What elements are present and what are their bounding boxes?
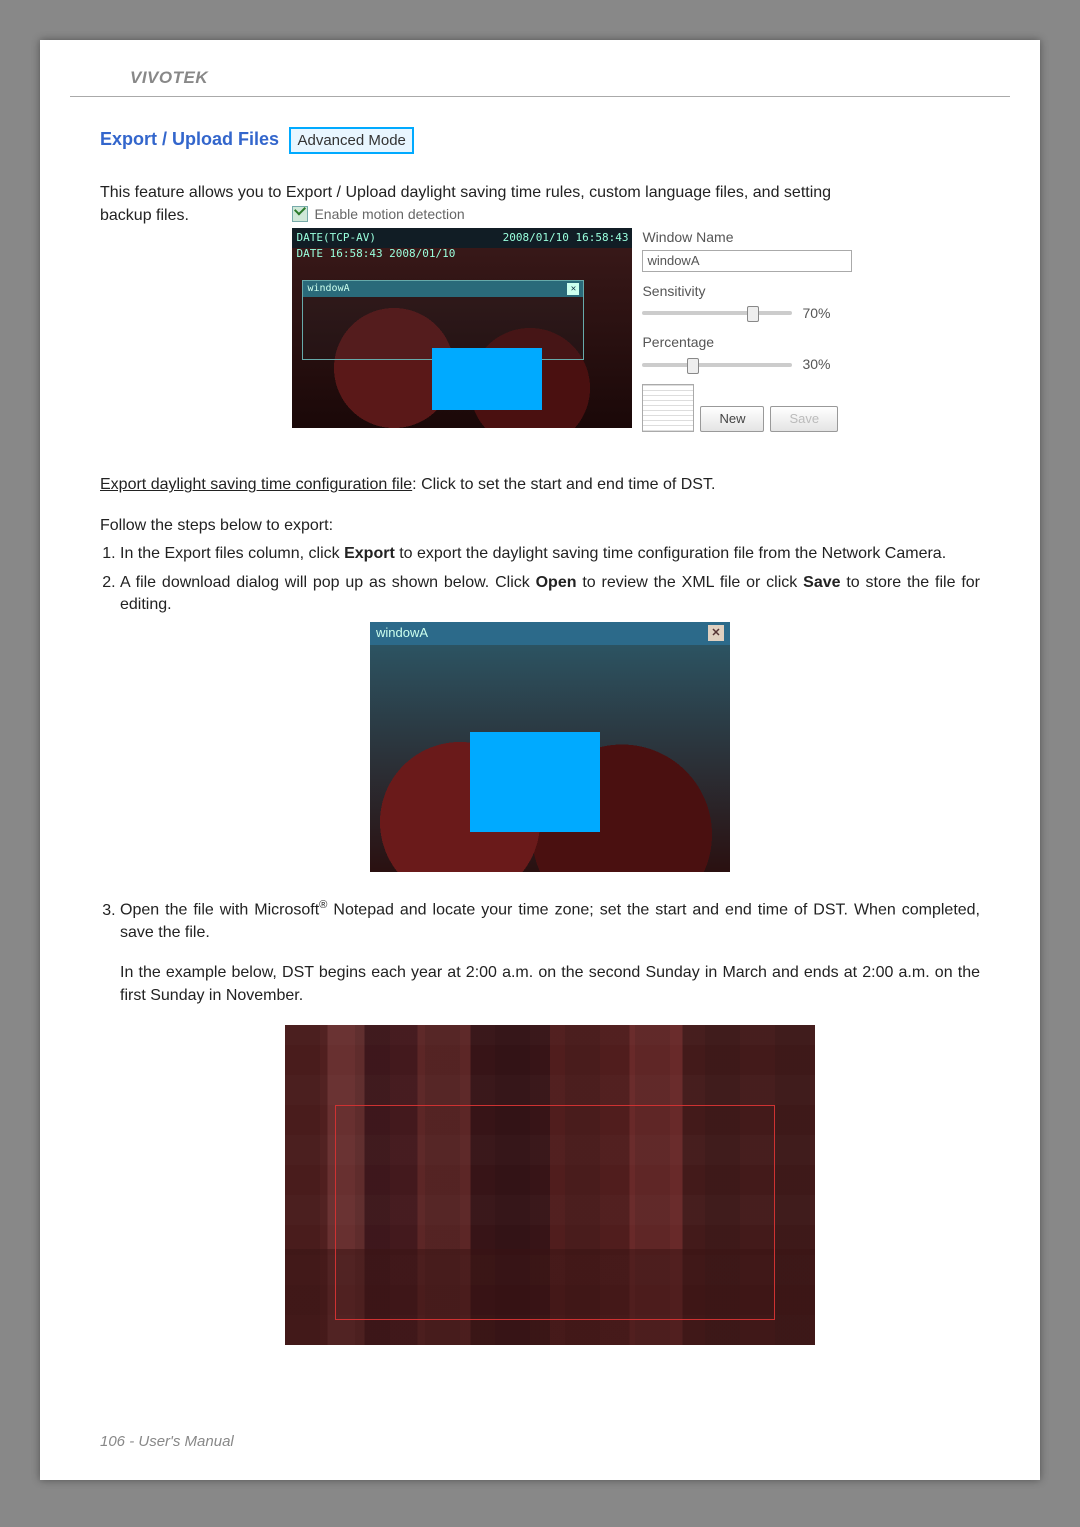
export-dst-desc: : Click to set the start and end time of… <box>412 476 715 493</box>
step-1: In the Export files column, click Export… <box>120 543 980 565</box>
close-icon[interactable]: ✕ <box>567 283 579 295</box>
percentage-slider[interactable] <box>642 363 792 367</box>
step-2: A file download dialog will pop up as sh… <box>120 572 980 873</box>
motion-detection-panel: Enable motion detection DATE(TCP-AV) 200… <box>292 205 892 433</box>
section-heading-row: Export / Upload Files Advanced Mode <box>100 127 980 154</box>
example-paragraph: In the example below, DST begins each ye… <box>120 962 980 1007</box>
enable-motion-row: Enable motion detection <box>292 205 892 225</box>
section-title: Export / Upload Files <box>100 129 279 149</box>
sensitivity-slider[interactable] <box>642 311 792 315</box>
video-preview: DATE(TCP-AV) 2008/01/10 16:58:43 DATE 16… <box>292 228 632 428</box>
intro-text-1: This feature allows you to Export / Uplo… <box>100 182 980 204</box>
zoom-window-image: windowA ✕ <box>370 622 730 872</box>
percentage-thumb[interactable] <box>687 358 699 374</box>
enable-motion-checkbox[interactable] <box>292 206 308 222</box>
follow-steps-label: Follow the steps below to export: <box>100 515 980 537</box>
window-list[interactable] <box>642 384 694 432</box>
intro-text-2: backup files. <box>100 205 189 227</box>
export-dst-line: Export daylight saving time configuratio… <box>100 474 980 496</box>
intro-paragraph: This feature allows you to Export / Uplo… <box>100 182 980 456</box>
window-name-input[interactable]: windowA <box>642 250 852 272</box>
page-number: 106 - User's Manual <box>100 1433 234 1450</box>
motion-settings-side: Window Name windowA Sensitivity 70% Perc… <box>642 228 892 432</box>
percentage-label: Percentage <box>642 333 892 353</box>
percentage-value: 30% <box>802 355 830 375</box>
sensitivity-value: 70% <box>802 304 830 324</box>
steps-list: In the Export files column, click Export… <box>100 543 980 1345</box>
brand-label: VIVOTEK <box>130 68 208 87</box>
window-name-label: Window Name <box>642 228 892 248</box>
video-date-line: DATE 16:58:43 2008/01/10 <box>296 246 455 261</box>
step-3: Open the file with Microsoft® Notepad an… <box>120 898 980 1345</box>
document-page: VIVOTEK Export / Upload Files Advanced M… <box>40 40 1040 1480</box>
page-content: Export / Upload Files Advanced Mode This… <box>40 127 1040 1471</box>
video-top-right: 2008/01/10 16:58:43 <box>503 230 629 245</box>
page-header: VIVOTEK <box>70 40 1010 97</box>
zoom-window-title: windowA <box>376 624 428 642</box>
sensitivity-thumb[interactable] <box>747 306 759 322</box>
new-button[interactable]: New <box>700 406 764 432</box>
page-footer: 106 - User's Manual <box>100 1433 234 1450</box>
detection-window-title: windowA <box>307 282 349 296</box>
red-outline-box <box>335 1105 775 1320</box>
advanced-mode-badge: Advanced Mode <box>289 127 413 154</box>
sensitivity-label: Sensitivity <box>642 282 892 302</box>
export-dst-label: Export daylight saving time configuratio… <box>100 476 412 493</box>
video-top-left: DATE(TCP-AV) <box>296 230 375 245</box>
save-button[interactable]: Save <box>770 406 838 432</box>
enable-motion-label: Enable motion detection <box>314 205 464 225</box>
pixelated-closeup-image <box>285 1025 815 1345</box>
highlight-box <box>470 732 600 832</box>
highlight-box <box>432 348 542 410</box>
close-icon[interactable]: ✕ <box>708 625 724 641</box>
